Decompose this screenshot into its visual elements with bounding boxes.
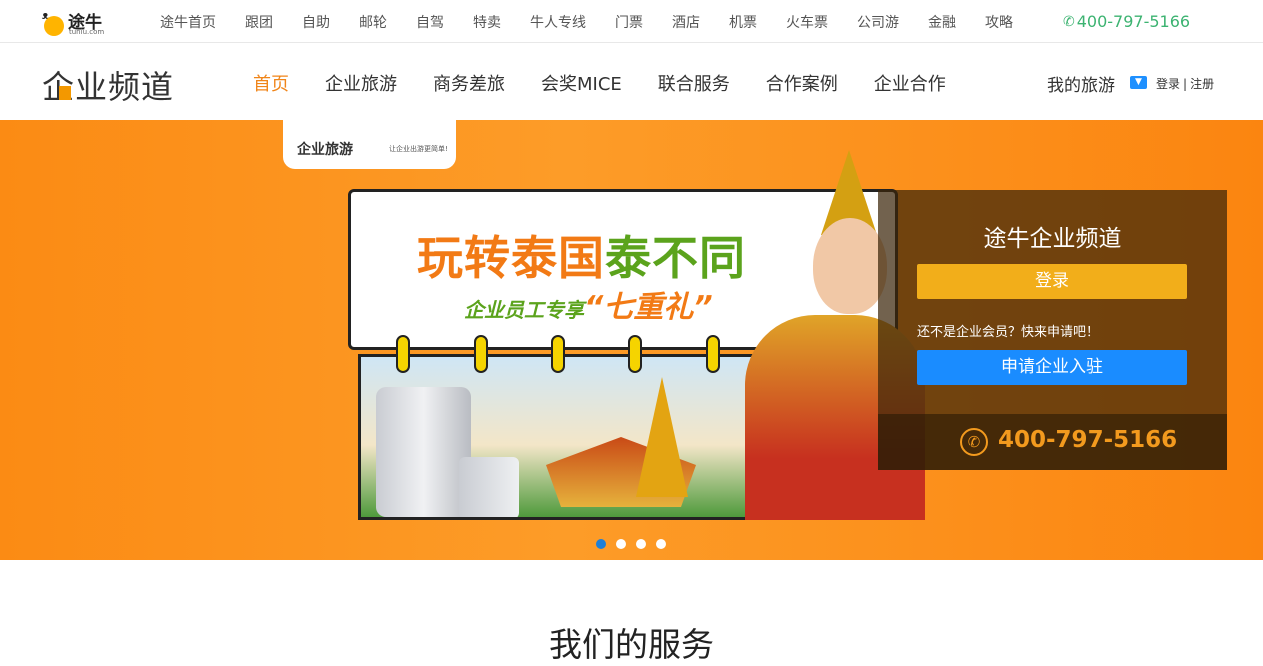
phone-icon: ✆ [1063, 13, 1075, 30]
topnav-item[interactable]: 特卖 [473, 12, 501, 32]
menu-item-home[interactable]: 首页 [253, 70, 289, 96]
channel-mark-icon [59, 86, 71, 100]
topnav-item[interactable]: 自助 [302, 12, 330, 32]
slide-dot-1[interactable] [596, 539, 606, 549]
topnav-item[interactable]: 攻略 [985, 12, 1013, 32]
panel-phone-number: 400-797-5166 [998, 427, 1178, 453]
temple-image [526, 377, 756, 517]
topnav-item[interactable]: 跟团 [245, 12, 273, 32]
login-link[interactable]: 登录 [1156, 77, 1180, 91]
topnav-item[interactable]: 门票 [615, 12, 643, 32]
badge-title: 企业旅游 [297, 142, 353, 158]
topnav-item[interactable]: 火车票 [786, 12, 828, 32]
slide-dots [596, 539, 676, 549]
main-menu: 首页 企业旅游 商务差旅 会奖MICE 联合服务 合作案例 企业合作 [253, 70, 982, 96]
channel-title[interactable]: 企业频道 [42, 62, 174, 108]
corporate-travel-badge: 企业旅游 让企业出游更简单! [283, 120, 456, 169]
ring-icon [706, 335, 720, 373]
panel-login-button[interactable]: 登录 [917, 264, 1187, 299]
topnav-item[interactable]: 邮轮 [359, 12, 387, 32]
ring-icon [628, 335, 642, 373]
topnav-item[interactable]: 牛人专线 [530, 12, 586, 32]
promo-headline-b: 泰不同 [605, 231, 746, 285]
top-phone: ✆ 400-797-5166 [1063, 12, 1190, 31]
promo-subline: 企业员工专享“七重礼” [464, 282, 713, 326]
topnav-item[interactable]: 途牛首页 [160, 12, 216, 32]
phone-icon: ✆ [960, 428, 988, 456]
menu-item-business-travel[interactable]: 商务差旅 [433, 70, 505, 96]
ring-icon [474, 335, 488, 373]
topnav-item[interactable]: 自驾 [416, 12, 444, 32]
small-luggage-image [459, 457, 519, 517]
menu-item-corporate-travel[interactable]: 企业旅游 [325, 70, 397, 96]
ring-icon [551, 335, 565, 373]
luggage-image [376, 387, 471, 517]
cow-face-icon [44, 16, 64, 36]
topnav-item[interactable]: 酒店 [672, 12, 700, 32]
topnav-item[interactable]: 公司游 [857, 12, 899, 32]
channel-login-panel: 途牛企业频道 登录 还不是企业会员？快来申请吧！ 申请企业入驻 ✆ 400-79… [878, 190, 1227, 470]
panel-not-member-text: 还不是企业会员？快来申请吧！ [917, 325, 1100, 340]
slide-dot-4[interactable] [656, 539, 666, 549]
apply-enterprise-button[interactable]: 申请企业入驻 [917, 350, 1187, 385]
services-heading: 我们的服务 [549, 625, 714, 664]
menu-item-joint-service[interactable]: 联合服务 [658, 70, 730, 96]
promo-subline-text: 企业员工专享 [464, 298, 584, 322]
ring-icon [396, 335, 410, 373]
auth-links: 登录 | 注册 [1156, 75, 1214, 92]
topnav-item[interactable]: 金融 [928, 12, 956, 32]
top-nav: 途牛首页 跟团 自助 邮轮 自驾 特卖 牛人专线 门票 酒店 机票 火车票 公司… [160, 0, 1042, 43]
slide-dot-2[interactable] [616, 539, 626, 549]
my-trip-link[interactable]: 我的旅游 [1047, 71, 1115, 96]
promo-headline: 玩转泰国泰不同 [417, 222, 746, 288]
main-nav: 企业频道 首页 企业旅游 商务差旅 会奖MICE 联合服务 合作案例 企业合作 … [0, 44, 1263, 120]
promo-headline-a: 玩转泰国 [417, 231, 605, 285]
topnav-item[interactable]: 机票 [729, 12, 757, 32]
promo-subline-em: “七重礼” [584, 290, 713, 325]
panel-title: 途牛企业频道 [983, 226, 1122, 252]
top-phone-number: 400-797-5166 [1076, 12, 1191, 31]
logo-domain: tuniu.com [69, 28, 105, 36]
menu-item-mice[interactable]: 会奖MICE [541, 70, 622, 96]
dropdown-icon[interactable]: ▼ [1130, 76, 1147, 89]
menu-item-cooperation[interactable]: 企业合作 [874, 70, 946, 96]
hero-banner[interactable]: 企业旅游 让企业出游更简单! 玩转泰国泰不同 企业员工专享“七重礼” 途牛企业频… [0, 120, 1263, 560]
tuniu-logo[interactable]: ᴥ 途牛 tuniu.com [42, 7, 112, 37]
auth-separator: | [1183, 77, 1188, 91]
slide-dot-3[interactable] [636, 539, 646, 549]
panel-phone-bar: ✆ 400-797-5166 [878, 414, 1227, 470]
menu-item-cases[interactable]: 合作案例 [766, 70, 838, 96]
badge-slogan: 让企业出游更简单! [389, 145, 448, 153]
top-bar: ᴥ 途牛 tuniu.com 途牛首页 跟团 自助 邮轮 自驾 特卖 牛人专线 … [0, 0, 1263, 43]
register-link[interactable]: 注册 [1190, 77, 1214, 91]
